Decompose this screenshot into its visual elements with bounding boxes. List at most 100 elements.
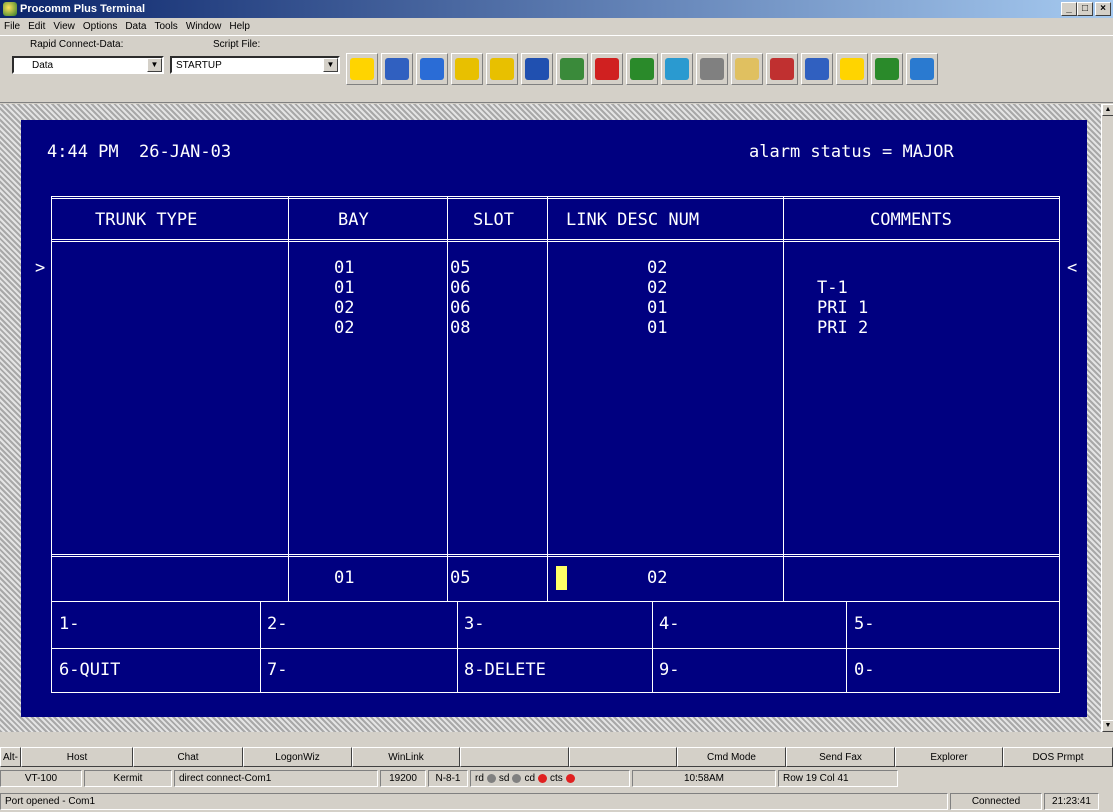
status-protocol[interactable]: Kermit (84, 769, 172, 787)
fkey-5[interactable]: 5- (854, 614, 874, 634)
comment-value: PRI 2 (817, 318, 869, 338)
bay-value: 02 (334, 318, 355, 338)
logonwiz-button[interactable]: LogonWiz (243, 747, 352, 767)
modem-icon[interactable] (556, 53, 588, 85)
status-baud[interactable]: 19200 (380, 769, 426, 787)
book-icon[interactable] (381, 53, 413, 85)
script-file-label: Script File: (213, 39, 261, 50)
chat-button[interactable]: Chat (133, 747, 243, 767)
monitor-icon[interactable] (626, 53, 658, 85)
procomm-window: Procomm Plus Terminal _ □ × File Edit Vi… (0, 0, 1113, 812)
fkey-6-quit[interactable]: 6-QUIT (59, 660, 120, 680)
screen-time: 4:44 PM (47, 142, 119, 162)
header-trunk-type: TRUNK TYPE (95, 210, 198, 230)
rapid-connect-select[interactable]: Data ▼ (12, 56, 164, 74)
fkey-4[interactable]: 4- (659, 614, 679, 634)
input-slot[interactable]: 05 (450, 568, 470, 588)
menu-tools[interactable]: Tools (154, 21, 177, 32)
fkey-3[interactable]: 3- (464, 614, 484, 634)
menu-help[interactable]: Help (229, 21, 250, 32)
terminal-icon[interactable] (871, 53, 903, 85)
tools-icon[interactable] (766, 53, 798, 85)
key-icon[interactable] (801, 53, 833, 85)
close-button[interactable]: × (1095, 2, 1111, 16)
link-value: 02 (647, 258, 668, 278)
screen-date: 26-JAN-03 (139, 142, 232, 162)
host-button[interactable]: Host (21, 747, 133, 767)
cable-icon[interactable] (836, 53, 868, 85)
slot-value: 05 (450, 258, 471, 278)
left-marker: > (35, 258, 46, 278)
blank-button[interactable] (569, 747, 677, 767)
port-message: Port opened - Com1 (0, 793, 948, 810)
bay-value: 02 (334, 298, 355, 318)
input-bay[interactable]: 01 (334, 568, 354, 588)
text-cursor (556, 566, 567, 590)
fkey-1[interactable]: 1- (59, 614, 79, 634)
run-icon[interactable] (346, 53, 378, 85)
title-bar[interactable]: Procomm Plus Terminal _ □ × (0, 0, 1113, 18)
web-icon[interactable] (906, 53, 938, 85)
menu-options[interactable]: Options (83, 21, 117, 32)
slot-value: 08 (450, 318, 471, 338)
menu-data[interactable]: Data (125, 21, 146, 32)
header-link-desc-num: LINK DESC NUM (566, 210, 700, 230)
mode-icon[interactable] (416, 53, 448, 85)
send-fax-button[interactable]: Send Fax (786, 747, 895, 767)
fkey-0[interactable]: 0- (854, 660, 874, 680)
slot-value: 06 (450, 278, 471, 298)
fkey-7[interactable]: 7- (267, 660, 287, 680)
sd-label: sd (498, 772, 510, 784)
app-icon (3, 2, 17, 16)
maximize-button[interactable]: □ (1077, 2, 1093, 16)
printer-icon[interactable] (696, 53, 728, 85)
status-emulation[interactable]: VT-100 (0, 769, 82, 787)
status-lights: rd sd cd cts (470, 769, 630, 787)
blank-button[interactable] (460, 747, 569, 767)
rapid-connect-label: Rapid Connect-Data: (30, 39, 124, 50)
cts-label: cts (550, 772, 563, 784)
vertical-scrollbar[interactable]: ▲ ▼ (1101, 104, 1113, 732)
terminal-screen[interactable]: 4:44 PM 26-JAN-03 alarm status = MAJOR T… (21, 120, 1087, 717)
bay-value: 01 (334, 278, 355, 298)
rd-led-icon (486, 773, 496, 783)
cd-label: cd (524, 772, 536, 784)
status-connection[interactable]: direct connect-Com1 (174, 769, 378, 787)
dial-icon[interactable] (591, 53, 623, 85)
winlink-button[interactable]: WinLink (352, 747, 460, 767)
fkey-9[interactable]: 9- (659, 660, 679, 680)
menu-window[interactable]: Window (186, 21, 222, 32)
menu-edit[interactable]: Edit (28, 21, 45, 32)
chevron-down-icon[interactable]: ▼ (147, 58, 162, 72)
slot-value: 06 (450, 298, 471, 318)
cmd-mode-button[interactable]: Cmd Mode (677, 747, 786, 767)
fkey-2[interactable]: 2- (267, 614, 287, 634)
minimize-button[interactable]: _ (1061, 2, 1077, 16)
download-icon[interactable] (486, 53, 518, 85)
explorer-button[interactable]: Explorer (895, 747, 1003, 767)
fkey-8-delete[interactable]: 8-DELETE (464, 660, 546, 680)
chevron-down-icon[interactable]: ▼ (323, 58, 338, 72)
action-button-bar: Alt- Host Chat LogonWiz WinLink Cmd Mode… (0, 747, 1113, 767)
phonebook-icon[interactable] (521, 53, 553, 85)
input-link[interactable]: 02 (647, 568, 667, 588)
comment-value: T-1 (817, 278, 848, 298)
cd-led-icon (538, 773, 548, 783)
scroll-down-icon[interactable]: ▼ (1102, 720, 1113, 732)
comment-value: PRI 1 (817, 298, 869, 318)
bay-value: 01 (334, 258, 355, 278)
fax-icon[interactable] (661, 53, 693, 85)
status-cursor-position: Row 19 Col 41 (778, 769, 898, 787)
scroll-up-icon[interactable]: ▲ (1102, 104, 1113, 116)
header-comments: COMMENTS (870, 210, 952, 230)
status-bar: VT-100 Kermit direct connect-Com1 19200 … (0, 768, 1113, 788)
status-clock: 10:58AM (632, 769, 776, 787)
status-parity[interactable]: N-8-1 (428, 769, 468, 787)
alt-button[interactable]: Alt- (0, 747, 21, 767)
menu-file[interactable]: File (4, 21, 20, 32)
upload-icon[interactable] (451, 53, 483, 85)
menu-view[interactable]: View (53, 21, 75, 32)
capture-icon[interactable] (731, 53, 763, 85)
dos-prompt-button[interactable]: DOS Prmpt (1003, 747, 1113, 767)
script-file-select[interactable]: STARTUP ▼ (170, 56, 340, 74)
